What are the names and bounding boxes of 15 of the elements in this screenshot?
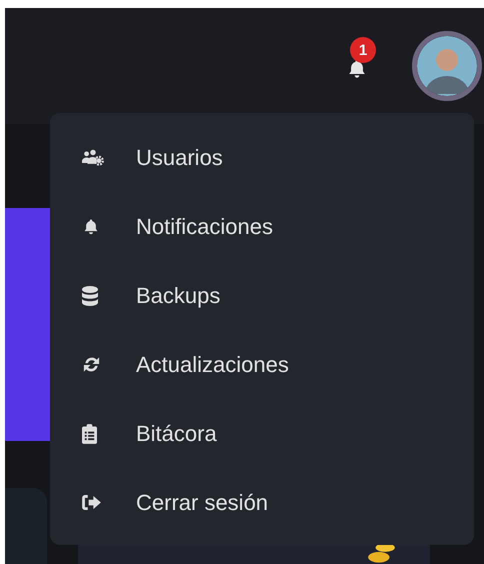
logout-icon <box>82 495 101 510</box>
menu-item[interactable]: Backups <box>50 270 474 320</box>
menu-item[interactable]: Actualizaciones <box>50 340 474 390</box>
sync-icon <box>82 355 101 374</box>
menu-item[interactable]: Usuarios <box>50 132 474 182</box>
coins-icon <box>366 542 398 564</box>
notification-badge: 1 <box>350 37 376 63</box>
bell-icon <box>82 216 100 236</box>
menu-item[interactable]: Notificaciones <box>50 202 474 252</box>
clipboard-list-icon <box>82 424 97 444</box>
menu-item[interactable]: Bitácora <box>50 408 474 458</box>
users-gear-icon <box>82 149 104 166</box>
database-icon <box>82 286 98 306</box>
user-avatar[interactable] <box>412 31 482 101</box>
menu-item[interactable]: Cerrar sesión <box>50 478 474 528</box>
